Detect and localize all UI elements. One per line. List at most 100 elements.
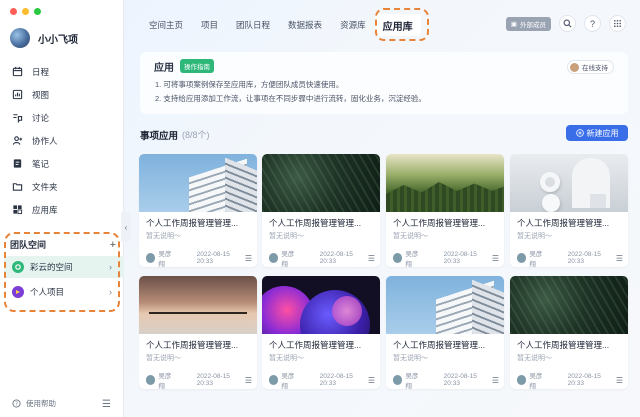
author-avatar — [269, 253, 279, 263]
tab-resources[interactable]: 资源库 — [331, 14, 375, 36]
calendar-icon — [12, 66, 23, 77]
app-card[interactable]: 个人工作周报管理管理... 暂无说明～ 吴彦翔 2022-08-15 20:33… — [386, 276, 504, 389]
card-description: 暂无说明～ — [269, 233, 304, 240]
card-footer: 吴彦翔 2022-08-15 20:33 ☰ — [146, 370, 252, 389]
support-avatar — [570, 62, 579, 72]
app-card[interactable]: 个人工作周报管理管理... 暂无说明～ 吴彦翔 2022-08-15 20:33… — [139, 276, 257, 389]
sidebar-item-app-library[interactable]: 应用库 — [0, 198, 124, 221]
card-menu-icon[interactable]: ☰ — [616, 376, 623, 385]
card-title: 个人工作周报管理管理... — [393, 218, 486, 228]
section-count: (8/8个) — [182, 130, 210, 140]
maximize-window-button[interactable] — [34, 8, 41, 15]
card-menu-icon[interactable]: ☰ — [368, 254, 375, 263]
window-controls — [10, 8, 41, 15]
card-menu-icon[interactable]: ☰ — [245, 376, 252, 385]
space-item-label: 彩云的空间 — [30, 262, 73, 272]
sidebar-item-folder[interactable]: 文件夹 — [0, 175, 124, 198]
card-menu-icon[interactable]: ☰ — [245, 254, 252, 263]
app-card[interactable]: 个人工作周报管理管理... 暂无说明～ 吴彦翔 2022-08-15 20:33… — [262, 154, 380, 267]
sidebar-item-collaborators[interactable]: 协作人 — [0, 129, 124, 152]
people-icon — [12, 136, 23, 145]
app-card[interactable]: 个人工作周报管理管理... 暂无说明～ 吴彦翔 2022-08-15 20:33… — [139, 154, 257, 267]
close-window-button[interactable] — [10, 8, 17, 15]
chevron-right-icon: › — [109, 287, 112, 297]
avatar[interactable] — [10, 28, 30, 48]
card-footer: 吴彦翔 2022-08-15 20:33 ☰ — [517, 248, 623, 267]
card-footer: 吴彦翔 2022-08-15 20:33 ☰ — [393, 370, 499, 389]
sidebar: 小小飞项 日程 视图 讨论 协作人 笔记 文件夹 应用库 团队空间 + 彩云的空… — [0, 0, 124, 417]
header-actions: ▣ 外部成员 ? — [505, 15, 626, 32]
app-card[interactable]: 个人工作周报管理管理... 暂无说明～ 吴彦翔 2022-08-15 20:33… — [510, 154, 628, 267]
card-thumbnail-image — [510, 154, 628, 212]
external-members-button[interactable]: ▣ 外部成员 — [505, 16, 551, 31]
tab-data-reports[interactable]: 数据报表 — [279, 14, 331, 36]
hamburger-menu-icon[interactable]: ☰ — [102, 399, 111, 410]
help-button[interactable]: ? — [584, 15, 601, 32]
space-dot-icon — [12, 286, 24, 298]
card-title: 个人工作周报管理管理... — [517, 340, 610, 350]
apps-button[interactable] — [609, 15, 626, 32]
sidebar-item-calendar[interactable]: 日程 — [0, 60, 124, 83]
info-panel: 应用 操作指南 1. 可将事项案例保存至应用库，方便团队成员快速使用。 2. 支… — [140, 52, 628, 114]
help-link[interactable]: ? 使用帮助 — [12, 398, 56, 409]
note-icon — [13, 159, 22, 168]
app-card[interactable]: 个人工作周报管理管理... 暂无说明～ 吴彦翔 2022-08-15 20:33… — [386, 154, 504, 267]
plus-circle-icon — [575, 129, 584, 137]
card-menu-icon[interactable]: ☰ — [368, 376, 375, 385]
card-footer: 吴彦翔 2022-08-15 20:33 ☰ — [393, 248, 499, 267]
card-menu-icon[interactable]: ☰ — [616, 254, 623, 263]
search-button[interactable] — [559, 15, 576, 32]
author-avatar — [517, 375, 527, 385]
card-description: 暂无说明～ — [146, 355, 181, 362]
card-description: 暂无说明～ — [393, 355, 428, 362]
collapse-sidebar-button[interactable]: ‹ — [121, 212, 131, 242]
online-support-button[interactable]: 在线支持 — [567, 60, 614, 74]
card-footer: 吴彦翔 2022-08-15 20:33 ☰ — [146, 248, 252, 267]
card-author: 吴彦翔 — [405, 373, 419, 389]
section-title: 事项应用 — [140, 131, 179, 142]
card-title: 个人工作周报管理管理... — [393, 340, 486, 350]
card-menu-icon[interactable]: ☰ — [492, 376, 499, 385]
space-item-label: 个人项目 — [30, 287, 65, 297]
card-description: 暂无说明～ — [517, 233, 552, 240]
add-space-button[interactable]: + — [110, 239, 116, 251]
card-thumbnail-image — [386, 276, 504, 334]
help-label: 使用帮助 — [26, 399, 56, 408]
sidebar-item-label: 应用库 — [32, 204, 58, 215]
guide-badge[interactable]: 操作指南 — [180, 59, 214, 73]
card-date: 2022-08-15 20:33 — [196, 373, 230, 387]
space-item-personal[interactable]: 个人项目 › — [4, 281, 124, 303]
card-date: 2022-08-15 20:33 — [319, 251, 353, 265]
sidebar-item-discussion[interactable]: 讨论 — [0, 106, 124, 129]
minimize-window-button[interactable] — [22, 8, 29, 15]
sidebar-item-view[interactable]: 视图 — [0, 83, 124, 106]
app-grid-icon — [13, 205, 23, 215]
space-item-caiyun[interactable]: 彩云的空间 › — [4, 256, 124, 278]
tab-space-home[interactable]: 空间主页 — [140, 14, 192, 36]
card-description: 暂无说明～ — [269, 355, 304, 362]
new-app-label: 新建应用 — [586, 128, 619, 138]
app-card[interactable]: 个人工作周报管理管理... 暂无说明～ 吴彦翔 2022-08-15 20:33… — [510, 276, 628, 389]
user-profile[interactable]: 小小飞项 — [10, 28, 78, 48]
sidebar-item-label: 协作人 — [32, 135, 58, 146]
card-footer: 吴彦翔 2022-08-15 20:33 ☰ — [517, 370, 623, 389]
sidebar-item-label: 视图 — [32, 89, 50, 100]
tab-projects[interactable]: 项目 — [192, 14, 227, 36]
card-thumbnail-image — [386, 154, 504, 212]
info-title: 应用 — [154, 63, 174, 74]
card-footer: 吴彦翔 2022-08-15 20:33 ☰ — [269, 370, 375, 389]
tab-team-schedule[interactable]: 团队日程 — [227, 14, 279, 36]
card-menu-icon[interactable]: ☰ — [492, 254, 499, 263]
app-card[interactable]: 个人工作周报管理管理... 暂无说明～ 吴彦翔 2022-08-15 20:33… — [262, 276, 380, 389]
new-app-button[interactable]: 新建应用 — [566, 125, 628, 141]
sidebar-item-label: 文件夹 — [32, 181, 58, 192]
discussion-icon — [13, 114, 23, 123]
sidebar-item-label: 笔记 — [32, 158, 50, 169]
tab-app-library[interactable]: 应用库 — [374, 14, 421, 36]
card-description: 暂无说明～ — [146, 233, 181, 240]
card-author: 吴彦翔 — [529, 373, 543, 389]
sidebar-item-notes[interactable]: 笔记 — [0, 152, 124, 175]
card-description: 暂无说明～ — [517, 355, 552, 362]
info-line-2: 2. 支持给应用添加工作流，让事项在不同步骤中进行流转，固化业务，沉淀经验。 — [155, 94, 426, 103]
card-date: 2022-08-15 20:33 — [567, 373, 601, 387]
